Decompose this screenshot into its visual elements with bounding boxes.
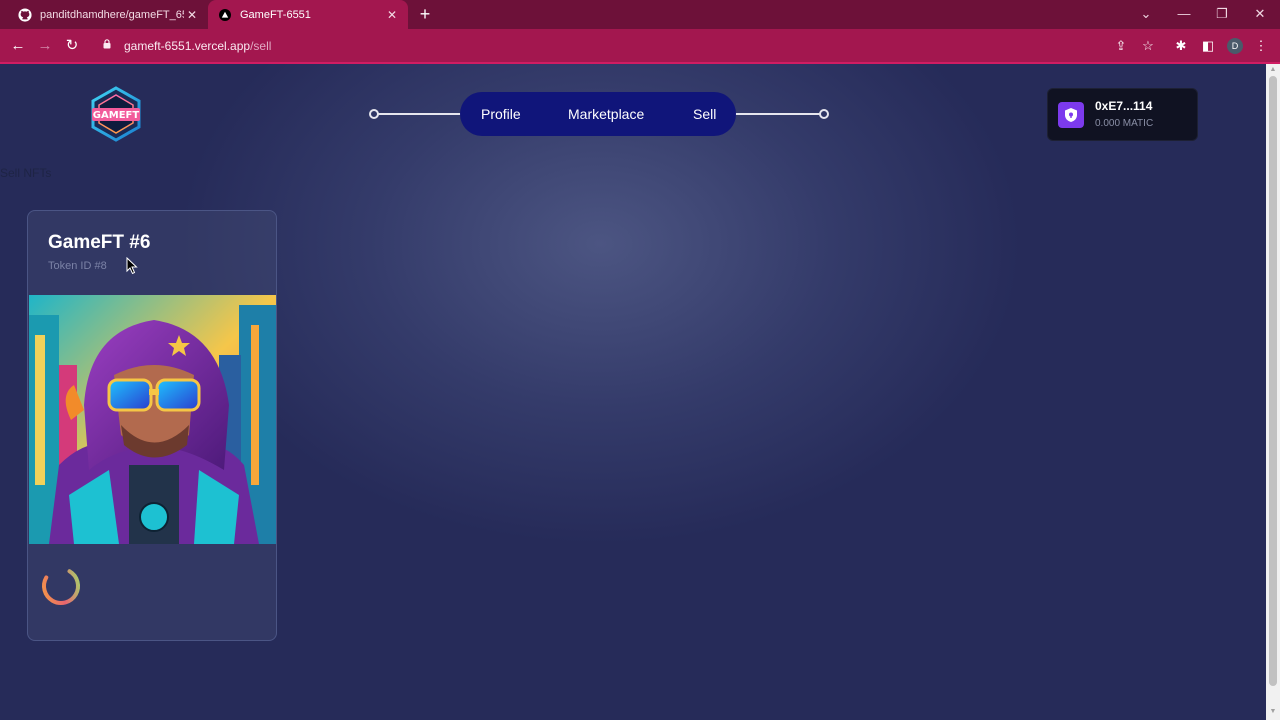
nav-profile-link[interactable]: Profile (481, 92, 521, 136)
new-tab-icon[interactable]: + (416, 5, 434, 23)
share-icon[interactable]: ⇪ (1111, 36, 1131, 56)
side-panel-icon[interactable]: ◧ (1198, 36, 1218, 56)
nft-card[interactable]: GameFT #6 Token ID #8 (27, 210, 277, 641)
browser-toolbar: ← → ↻ gameft-6551.vercel.app/sell ⇪ ☆ ✱ … (0, 29, 1280, 62)
logo-text: GAMEFT (93, 110, 140, 121)
nav-line-left (374, 113, 462, 115)
bookmark-star-icon[interactable]: ☆ (1138, 36, 1158, 56)
main-nav: Profile Marketplace Sell (460, 92, 736, 136)
close-tab-icon[interactable]: ✕ (384, 7, 400, 23)
nft-token-id: Token ID #8 (48, 260, 107, 272)
page-title: Sell NFTs (0, 166, 52, 180)
url-path: /sell (250, 38, 272, 53)
gameft-logo[interactable]: GAMEFT (88, 86, 144, 142)
mouse-cursor-icon (126, 257, 138, 275)
url-host: gameft-6551.vercel.app (124, 38, 251, 53)
nav-dot-right (819, 109, 829, 119)
shield-icon (1058, 102, 1084, 128)
close-tab-icon[interactable]: ✕ (184, 7, 200, 23)
profile-avatar[interactable]: D (1227, 38, 1243, 54)
menu-icon[interactable]: ⋮ (1251, 36, 1271, 56)
minimize-icon[interactable]: — (1174, 4, 1194, 24)
nav-sell-link[interactable]: Sell (693, 92, 716, 136)
github-icon (18, 7, 32, 22)
forward-icon[interactable]: → (35, 36, 55, 56)
tab-title: panditdhamdhere/gameFT_6551 (40, 8, 184, 21)
lock-icon (100, 39, 114, 52)
nav-line-right (734, 113, 822, 115)
loading-spinner-icon (42, 566, 80, 605)
nft-name: GameFT #6 (48, 232, 151, 253)
tab-search-icon[interactable]: ⌄ (1136, 4, 1156, 24)
wallet-address: 0xE7...114 (1095, 99, 1153, 113)
tab-title: GameFT-6551 (240, 8, 311, 21)
address-bar[interactable]: gameft-6551.vercel.app/sell (92, 33, 1102, 58)
page-scrollbar[interactable]: ▲ ▼ (1266, 64, 1280, 720)
nav-marketplace-link[interactable]: Marketplace (568, 92, 644, 136)
close-window-icon[interactable]: ✕ (1250, 4, 1270, 24)
scroll-up-icon[interactable]: ▲ (1269, 66, 1277, 74)
tab-github[interactable]: panditdhamdhere/gameFT_6551 ✕ (8, 0, 208, 29)
vercel-icon (218, 8, 232, 22)
nav-dot-left (369, 109, 379, 119)
tab-gameft[interactable]: GameFT-6551 ✕ (208, 0, 408, 29)
browser-tab-bar: panditdhamdhere/gameFT_6551 ✕ GameFT-655… (0, 0, 1280, 29)
extensions-icon[interactable]: ✱ (1171, 36, 1191, 56)
wallet-balance: 0.000 MATIC (1095, 118, 1154, 129)
scrollbar-thumb[interactable] (1269, 76, 1277, 686)
nft-image (29, 295, 276, 544)
back-icon[interactable]: ← (8, 36, 28, 56)
wallet-connect-button[interactable]: 0xE7...114 0.000 MATIC (1047, 88, 1198, 141)
reload-icon[interactable]: ↻ (62, 36, 82, 56)
scroll-down-icon[interactable]: ▼ (1269, 708, 1277, 716)
restore-icon[interactable]: ❐ (1212, 4, 1232, 24)
